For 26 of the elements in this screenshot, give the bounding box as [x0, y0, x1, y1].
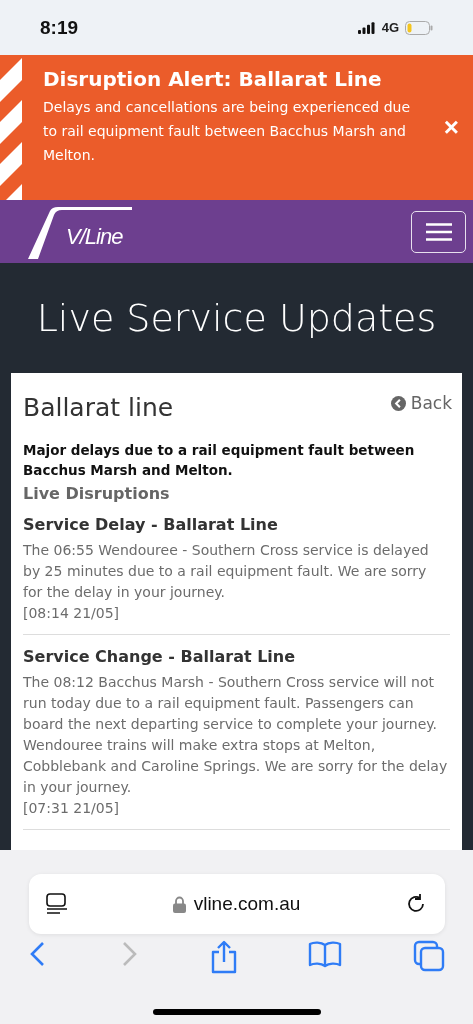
arrow-circle-icon — [390, 395, 406, 411]
tabs-button[interactable] — [413, 940, 445, 974]
reader-icon[interactable] — [45, 893, 68, 915]
lock-icon — [172, 895, 186, 913]
line-title: Ballarat line — [23, 393, 174, 422]
share-button[interactable] — [209, 940, 238, 974]
back-link[interactable]: Back — [390, 393, 452, 413]
update-text: The 06:55 Wendouree - Southern Cross service is delayed by 25 minutes due to a rail equipment fault. We are sorry for the delay in your journey. — [23, 541, 430, 602]
alert-title: Disruption Alert: Ballarat Line — [43, 67, 383, 91]
update-timestamp: [08:14 21/05] — [23, 604, 121, 623]
update-timestamp: [07:31 21/05] — [23, 799, 121, 818]
summary-text: Major delays due to a rail equipment fault between Bacchus Marsh and Melton. — [23, 441, 416, 480]
menu-icon — [425, 222, 452, 241]
alert-message: Delays and cancellations are being experienced due to rail equipment fault between Bacchus Marsh and Melton. — [43, 98, 412, 165]
battery-icon — [405, 20, 433, 35]
address-bar[interactable]: vline.com.au — [28, 874, 445, 934]
network-type: 4G — [381, 20, 399, 35]
signal-icon — [357, 21, 376, 34]
clock-time: 8:19 — [40, 16, 79, 39]
section-heading: Live Disruptions — [23, 484, 171, 503]
update-text: The 08:12 Bacchus Marsh - Southern Cross service will not run today due to a rail equipment fault. Passengers can board the next departing service to complete your journey. Wendouree trains will make extra stops at Melton, Cobblebank and Caroline Springs. We are sorry for the delay in your journey. — [23, 673, 449, 797]
update-title: Service Change - Ballarat Line — [23, 647, 297, 666]
menu-button[interactable] — [411, 210, 466, 253]
url-text: vline.com.au — [193, 893, 301, 915]
page-title: Live Service Updates — [35, 295, 438, 342]
update-title: Service Delay - Ballarat Line — [23, 515, 279, 534]
